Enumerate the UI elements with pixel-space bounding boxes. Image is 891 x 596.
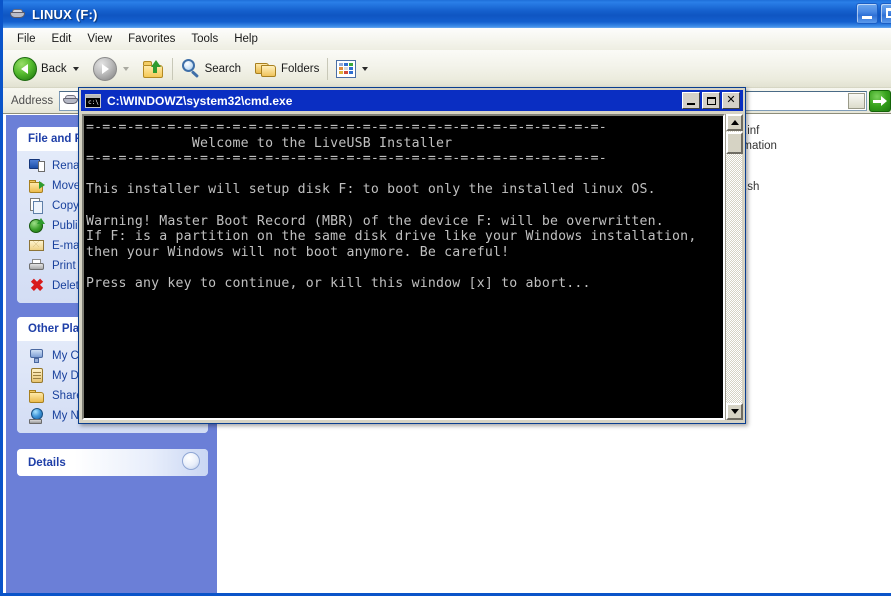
magnifier-icon (181, 58, 201, 79)
scroll-down-arrow-icon[interactable] (726, 403, 743, 420)
publish-icon (29, 218, 45, 234)
console-icon: c:\ (85, 93, 101, 108)
search-button[interactable]: Search (177, 54, 245, 84)
menu-view[interactable]: View (79, 31, 120, 47)
rename-icon (29, 158, 45, 174)
my-documents-icon (29, 368, 45, 384)
drive-icon (63, 94, 79, 108)
screen: LINUX (F:) File Edit View Favorites Tool… (0, 0, 891, 596)
move-icon (29, 178, 45, 194)
forward-button[interactable] (89, 54, 133, 84)
scrollbar-thumb[interactable] (726, 132, 743, 154)
window-controls (856, 3, 891, 24)
folders-icon (255, 60, 277, 78)
toolbar-separator (171, 57, 173, 80)
search-label: Search (204, 62, 242, 75)
list-item[interactable]: .sh (744, 181, 759, 193)
my-computer-icon (29, 348, 45, 364)
window-titlebar: LINUX (F:) (3, 0, 891, 28)
views-button[interactable] (332, 54, 372, 84)
panel-title: Details (28, 456, 66, 469)
menu-edit[interactable]: Edit (44, 31, 80, 47)
copy-icon (29, 198, 45, 214)
print-icon (29, 258, 45, 274)
list-item[interactable]: .inf (744, 125, 759, 137)
folders-button[interactable]: Folders (251, 54, 323, 84)
go-arrow-icon (873, 95, 887, 106)
cmd-window-title: C:\WINDOWZ\system32\cmd.exe (107, 93, 293, 108)
console-output-area[interactable]: =-=-=-=-=-=-=-=-=-=-=-=-=-=-=-=-=-=-=-=-… (82, 114, 725, 420)
folders-label: Folders (281, 62, 320, 75)
back-arrow-icon (13, 56, 37, 81)
cmd-titlebar: c:\ C:\WINDOWZ\system32\cmd.exe ✕ (81, 90, 743, 111)
maximize-button[interactable] (702, 92, 720, 109)
chevron-down-icon[interactable] (362, 66, 369, 71)
views-grid-icon (336, 59, 357, 78)
email-icon (29, 238, 45, 254)
window-title: LINUX (F:) (32, 6, 98, 22)
chevron-down-icon[interactable] (848, 92, 865, 109)
chevron-down-icon[interactable] (72, 66, 79, 71)
chevron-down-icon[interactable] (122, 66, 129, 71)
scroll-up-arrow-icon[interactable] (726, 114, 743, 131)
toolbar: Back Search Folders (3, 50, 891, 88)
minimize-button[interactable] (682, 92, 700, 109)
address-label: Address (11, 94, 54, 107)
maximize-button[interactable] (880, 3, 891, 24)
menubar: File Edit View Favorites Tools Help (3, 28, 891, 50)
up-folder-icon (142, 59, 164, 78)
back-label: Back (41, 62, 67, 75)
console-text: =-=-=-=-=-=-=-=-=-=-=-=-=-=-=-=-=-=-=-=-… (86, 120, 697, 291)
menu-favorites[interactable]: Favorites (120, 31, 183, 47)
network-places-icon (29, 408, 45, 424)
up-button[interactable] (139, 54, 168, 84)
drive-icon (9, 6, 27, 22)
toolbar-separator (327, 57, 329, 80)
back-button[interactable]: Back (9, 54, 83, 84)
console-scrollbar[interactable] (725, 114, 743, 420)
close-button[interactable]: ✕ (722, 92, 740, 109)
delete-icon: ✖ (29, 276, 45, 295)
cmd-client-area: =-=-=-=-=-=-=-=-=-=-=-=-=-=-=-=-=-=-=-=-… (81, 113, 743, 421)
chevron-down-icon[interactable] (182, 452, 200, 470)
menu-help[interactable]: Help (226, 31, 266, 47)
cmd-window-controls: ✕ (682, 92, 740, 109)
panel-details: Details (17, 449, 208, 476)
cmd-window: c:\ C:\WINDOWZ\system32\cmd.exe ✕ =-=-=-… (78, 87, 746, 424)
forward-arrow-icon (92, 56, 117, 81)
minimize-button[interactable] (856, 3, 878, 24)
menu-file[interactable]: File (9, 31, 44, 47)
menu-tools[interactable]: Tools (183, 31, 226, 47)
shared-folder-icon (29, 388, 45, 404)
panel-header[interactable]: Details (17, 449, 208, 476)
go-button[interactable] (869, 89, 891, 112)
